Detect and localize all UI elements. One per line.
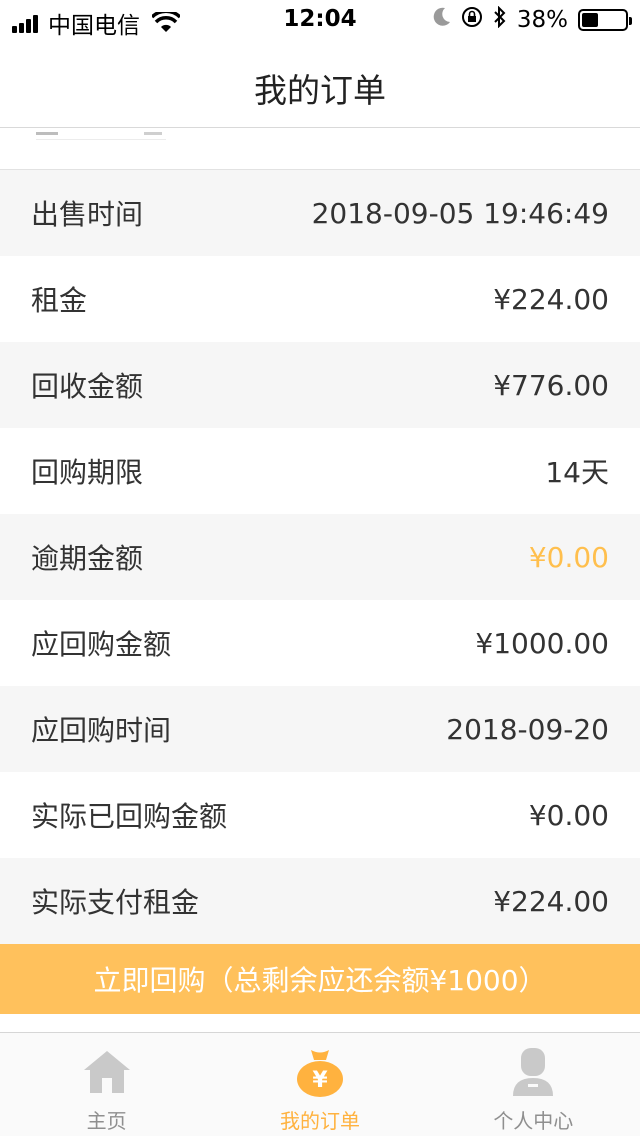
row-actual-buyback-amount: 实际已回购金额 ¥0.00 [0, 772, 640, 858]
bluetooth-icon [493, 5, 507, 34]
buyback-now-button[interactable]: 立即回购（总剩余应还余额¥1000） [0, 944, 640, 1014]
row-due-buyback-time: 应回购时间 2018-09-20 [0, 686, 640, 772]
battery-percent: 38% [516, 7, 568, 33]
row-value: ¥0.00 [528, 798, 609, 832]
battery-fill [582, 13, 598, 27]
status-right: 38% [433, 5, 632, 34]
row-label: 回购期限 [31, 456, 144, 489]
tab-label: 我的订单 [279, 1109, 360, 1133]
row-label: 逾期金额 [31, 542, 144, 575]
row-label: 实际已回购金额 [31, 800, 228, 833]
row-recycle-amount: 回收金额 ¥776.00 [0, 342, 640, 428]
home-icon [80, 1045, 134, 1099]
row-value: ¥776.00 [493, 368, 609, 402]
row-label: 出售时间 [31, 198, 144, 231]
row-due-buyback-amount: 应回购金额 ¥1000.00 [0, 600, 640, 686]
row-label: 实际支付租金 [31, 886, 200, 919]
moon-icon [433, 7, 451, 33]
row-overdue-amount: 逾期金额 ¥0.00 [0, 514, 640, 600]
tab-profile[interactable]: 个人中心 [427, 1033, 640, 1136]
battery-icon [578, 9, 632, 31]
page-title: 我的订单 [254, 71, 386, 110]
money-bag-icon: ¥ [293, 1045, 347, 1099]
nav-bar: 我的订单 [0, 40, 640, 128]
tab-label: 主页 [86, 1109, 127, 1133]
order-detail-list: 出售时间 2018-09-05 19:46:49 租金 ¥224.00 回收金额… [0, 170, 640, 944]
row-sale-time: 出售时间 2018-09-05 19:46:49 [0, 170, 640, 256]
row-label: 回收金额 [31, 370, 144, 403]
svg-text:¥: ¥ [312, 1068, 328, 1093]
tab-home[interactable]: 主页 [0, 1033, 213, 1136]
row-label: 应回购时间 [31, 714, 172, 747]
row-value: 2018-09-20 [446, 712, 609, 746]
row-value: ¥224.00 [493, 884, 609, 918]
tab-bar: 主页 ¥ 我的订单 个人中心 [0, 1032, 640, 1136]
row-value: 2018-09-05 19:46:49 [311, 196, 609, 230]
user-icon [506, 1045, 560, 1099]
product-image-fragment [36, 132, 166, 140]
overdue-value: ¥0.00 [528, 540, 609, 574]
tab-my-orders[interactable]: ¥ 我的订单 [213, 1033, 426, 1136]
rotation-lock-icon [461, 6, 483, 34]
row-value: 14天 [545, 456, 609, 489]
row-buyback-period: 回购期限 14天 [0, 428, 640, 514]
partial-product-image [0, 128, 640, 170]
row-label: 租金 [31, 284, 88, 317]
row-label: 应回购金额 [31, 628, 172, 661]
row-value: ¥224.00 [493, 282, 609, 316]
row-rent: 租金 ¥224.00 [0, 256, 640, 342]
tab-label: 个人中心 [493, 1109, 574, 1133]
status-bar: 中国电信 12:04 38% [0, 0, 640, 40]
row-actual-rent-paid: 实际支付租金 ¥224.00 [0, 858, 640, 944]
row-value: ¥1000.00 [475, 626, 609, 660]
